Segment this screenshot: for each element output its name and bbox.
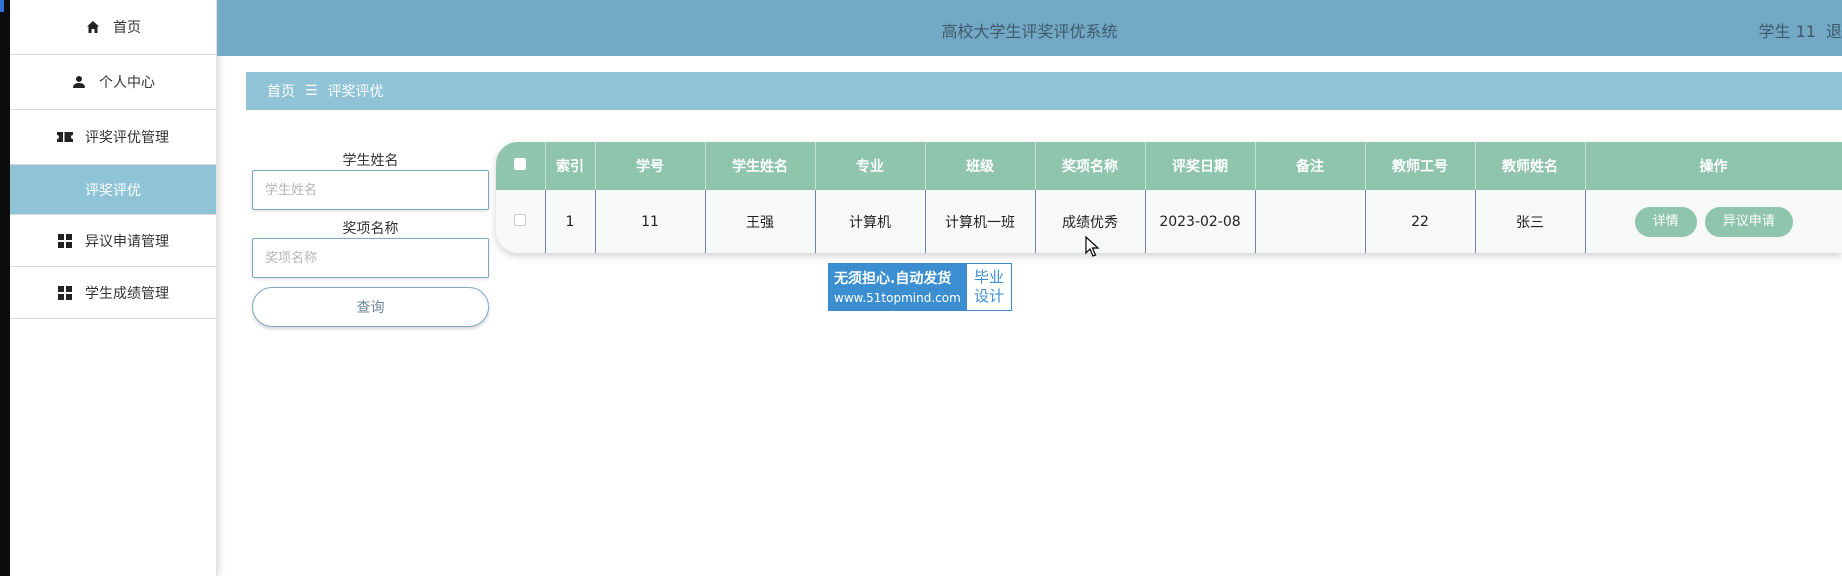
cell-teacher-id: 22 — [1365, 190, 1476, 253]
grid-icon — [57, 233, 73, 249]
select-all-checkbox[interactable] — [514, 158, 527, 170]
column-header: 教师姓名 — [1475, 142, 1586, 190]
breadcrumb-home[interactable]: 首页 — [267, 81, 295, 101]
table-row: 1 11 王强 计算机 计算机一班 成绩优秀 2023-02-08 22 张三 … — [496, 190, 1842, 253]
sidebar-item-label: 个人中心 — [99, 75, 155, 91]
home-icon — [85, 19, 101, 35]
select-all-cell — [496, 142, 546, 190]
sidebar-item-home[interactable]: 首页 — [10, 0, 216, 55]
watermark-banner: 无须担心.自动发货 www.51topmind.com 毕业 设计 — [828, 263, 1012, 311]
sidebar-item-objection-management[interactable]: 异议申请管理 — [10, 215, 216, 267]
detail-button[interactable]: 详情 — [1634, 206, 1697, 237]
column-header: 教师工号 — [1365, 142, 1476, 190]
cell-index: 1 — [545, 190, 596, 253]
user-icon — [71, 74, 87, 90]
sidebar-item-award-evaluation[interactable]: 评奖评优 — [10, 165, 216, 215]
top-header: 高校大学生评奖评优系统 学生 11 退 — [217, 0, 1842, 56]
column-header: 索引 — [545, 142, 596, 190]
column-header: 奖项名称 — [1035, 142, 1146, 190]
cell-remark — [1255, 190, 1366, 253]
query-button[interactable]: 查询 — [252, 287, 489, 327]
objection-button[interactable]: 异议申请 — [1704, 206, 1793, 237]
sidebar-item-label: 评奖评优 — [85, 182, 141, 199]
column-header: 专业 — [815, 142, 926, 190]
cell-student-id: 11 — [595, 190, 706, 253]
column-header: 学生姓名 — [705, 142, 816, 190]
banner-right1: 毕业 — [973, 268, 1004, 286]
mouse-cursor-icon — [1085, 236, 1100, 257]
column-header: 班级 — [925, 142, 1036, 190]
row-select-cell — [496, 190, 546, 253]
user-label: 学生 11 — [1758, 22, 1816, 41]
sidebar-item-label: 异议申请管理 — [85, 233, 169, 250]
cell-teacher-name: 张三 — [1475, 190, 1586, 253]
banner-line2: www.51topmind.com — [834, 291, 961, 305]
logout-link[interactable]: 退 — [1826, 22, 1842, 41]
user-info: 学生 11 退 — [1749, 18, 1842, 42]
banner-right2: 设计 — [973, 287, 1004, 305]
sidebar-item-profile[interactable]: 个人中心 — [10, 55, 216, 110]
breadcrumb: 首页 ☰ 评奖评优 — [246, 72, 1842, 110]
breadcrumb-current: 评奖评优 — [327, 84, 384, 100]
window-left-edge — [0, 0, 10, 576]
cell-major: 计算机 — [815, 190, 926, 253]
search-panel: 学生姓名 奖项名称 查询 — [252, 150, 489, 327]
student-name-label: 学生姓名 — [342, 153, 399, 169]
banner-right: 毕业 设计 — [966, 264, 1011, 310]
banner-left: 无须担心.自动发货 www.51topmind.com — [829, 264, 966, 310]
cell-award-date: 2023-02-08 — [1145, 190, 1256, 253]
banner-line1: 无须担心.自动发货 — [834, 271, 952, 287]
column-header: 评奖日期 — [1145, 142, 1256, 190]
sidebar: 首页 个人中心 评奖评优管理 评奖评优 异议申请管理 学生成绩管理 — [10, 0, 217, 576]
column-header: 学号 — [595, 142, 706, 190]
app-title: 高校大学生评奖评优系统 — [941, 22, 1118, 41]
data-table: 索引 学号 学生姓名 专业 班级 奖项名称 评奖日期 备注 教师工号 教师姓名 … — [496, 142, 1842, 253]
sidebar-item-label: 评奖评优管理 — [85, 130, 169, 146]
grid-icon — [57, 285, 73, 301]
cell-class: 计算机一班 — [925, 190, 1036, 253]
student-name-input[interactable] — [252, 170, 489, 210]
cell-student-name: 王强 — [705, 190, 816, 253]
sidebar-item-award-management[interactable]: 评奖评优管理 — [10, 110, 216, 165]
cell-actions: 详情 异议申请 — [1585, 190, 1842, 253]
sidebar-item-label: 学生成绩管理 — [85, 285, 169, 302]
award-name-label: 奖项名称 — [342, 221, 399, 237]
row-checkbox[interactable] — [514, 213, 527, 226]
column-header: 操作 — [1585, 142, 1842, 190]
table-header-row: 索引 学号 学生姓名 专业 班级 奖项名称 评奖日期 备注 教师工号 教师姓名 … — [496, 142, 1842, 190]
edge-marker — [0, 0, 4, 12]
ticket-icon — [57, 129, 73, 145]
breadcrumb-separator-icon: ☰ — [305, 83, 318, 99]
sidebar-item-score-management[interactable]: 学生成绩管理 — [10, 267, 216, 319]
sidebar-item-label: 首页 — [113, 20, 141, 36]
award-name-input[interactable] — [252, 238, 489, 278]
column-header: 备注 — [1255, 142, 1366, 190]
